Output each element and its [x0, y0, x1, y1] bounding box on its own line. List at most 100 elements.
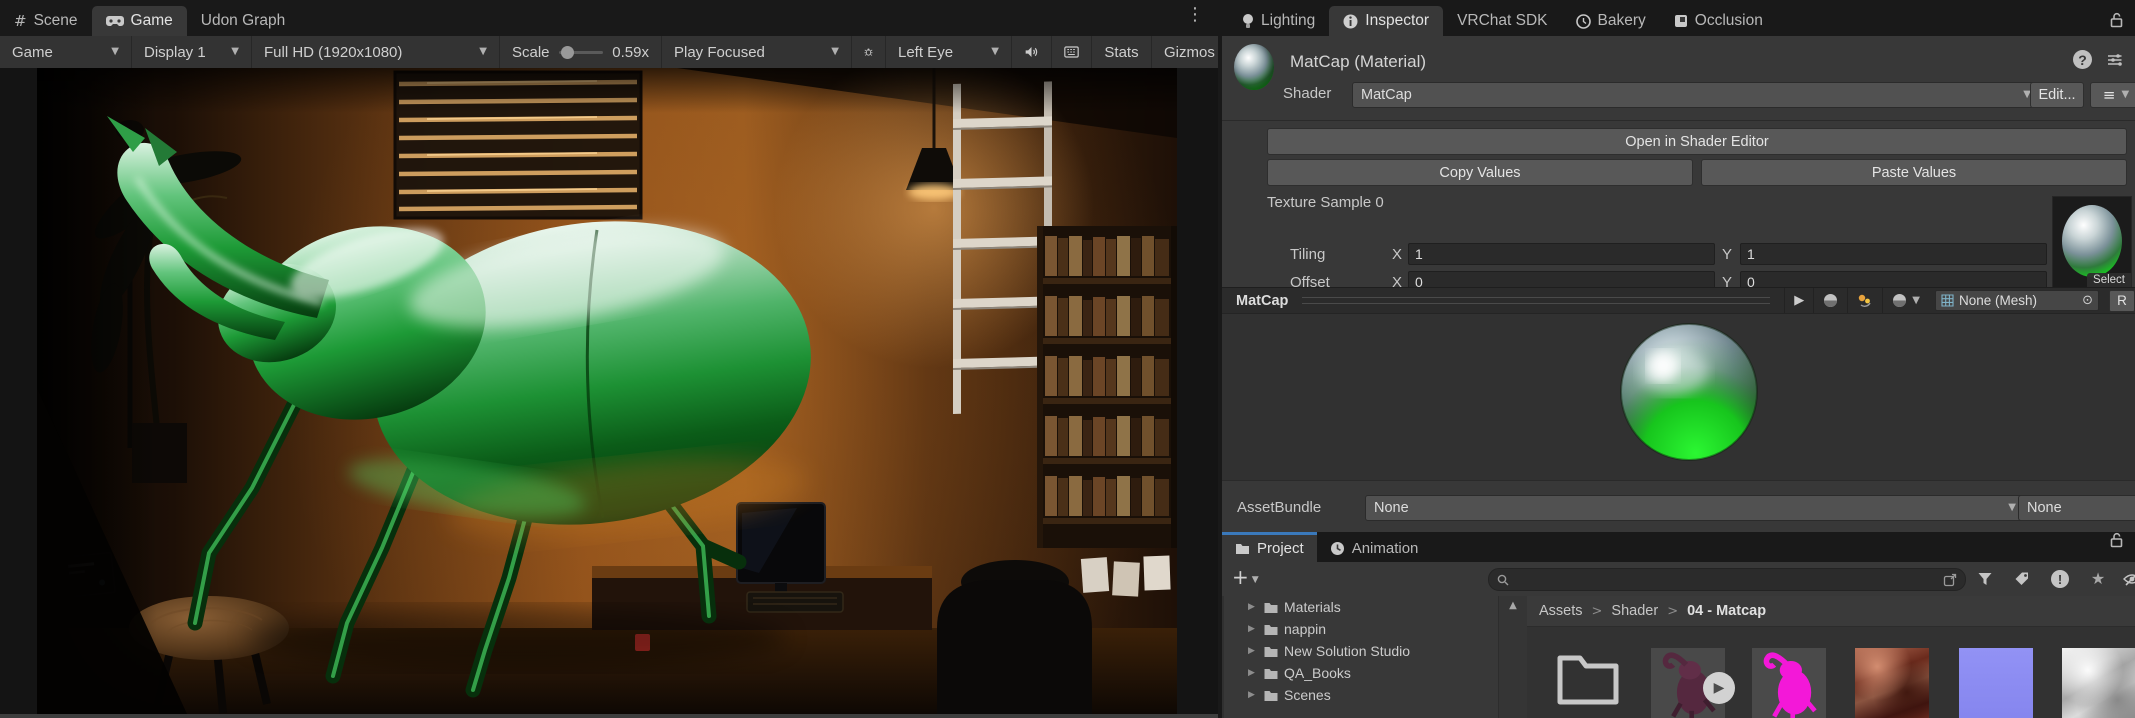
game-scene-render: [37, 68, 1177, 714]
matcap-sphere-preview[interactable]: [1222, 314, 2135, 480]
expander-icon[interactable]: ▶: [1248, 647, 1258, 656]
play-focused-dropdown[interactable]: Play Focused ▼: [662, 36, 852, 68]
tree-item-new-solution-studio[interactable]: ▶ New Solution Studio: [1224, 640, 1500, 662]
offset-row: Offset X Y: [1222, 271, 2135, 287]
tree-item-nappin[interactable]: ▶ nappin: [1224, 618, 1500, 640]
shader-value: MatCap: [1361, 87, 1412, 103]
expander-icon[interactable]: ▶: [1248, 625, 1258, 634]
game-render-surface[interactable]: [37, 68, 1177, 714]
expander-icon[interactable]: ▶: [1248, 603, 1258, 612]
display-dropdown[interactable]: Display 1 ▼: [132, 36, 252, 68]
help-icon[interactable]: ?: [2073, 50, 2092, 69]
tab-udon-graph[interactable]: Udon Graph: [187, 6, 299, 36]
tree-item-materials[interactable]: ▶ Materials: [1224, 596, 1500, 618]
stats-button[interactable]: Stats: [1092, 36, 1152, 68]
asset-model-thumbnail[interactable]: ▶: [1651, 648, 1725, 718]
search-by-label-button[interactable]: [2011, 570, 2033, 588]
resolution-dropdown[interactable]: Full HD (1920x1080) ▼: [252, 36, 500, 68]
search-by-type-button[interactable]: [1974, 570, 1996, 588]
create-asset-button[interactable]: + ▼: [1232, 567, 1259, 587]
panel-menu-icon[interactable]: ⋮: [1186, 6, 1204, 24]
preview-play-button[interactable]: ▶: [1784, 288, 1813, 313]
offset-label: Offset: [1290, 274, 1330, 288]
asset-bundle-variant-dropdown[interactable]: None: [2018, 495, 2135, 521]
game-viewport[interactable]: [0, 68, 1218, 718]
tab-vrchat-sdk[interactable]: VRChat SDK: [1443, 6, 1561, 36]
scale-slider[interactable]: [559, 51, 604, 54]
breadcrumb-current[interactable]: 04 - Matcap: [1687, 603, 1766, 619]
vsync-grid-button[interactable]: [1052, 36, 1092, 68]
tab-occlusion[interactable]: Occlusion: [1660, 6, 1777, 36]
tree-scrollbar[interactable]: ▲: [1498, 596, 1527, 718]
tab-game[interactable]: Game: [92, 6, 187, 36]
tab-bakery[interactable]: Bakery: [1562, 6, 1660, 36]
search-input[interactable]: [1515, 571, 1937, 588]
tiling-y-input[interactable]: [1740, 243, 2047, 265]
tiling-x-input[interactable]: [1408, 243, 1715, 265]
folder-icon: [1263, 667, 1279, 680]
preview-model-dropdown[interactable]: ▼: [1882, 288, 1929, 313]
asset-bundle-dropdown[interactable]: None ▼: [1365, 495, 2025, 521]
tab-project[interactable]: Project: [1222, 532, 1317, 562]
preview-lighting-toggle[interactable]: [1847, 288, 1882, 313]
package-visibility-button[interactable]: [2121, 570, 2135, 588]
tab-lighting-label: Lighting: [1261, 12, 1315, 30]
tab-inspector-label: Inspector: [1365, 12, 1429, 30]
mesh-selector[interactable]: None (Mesh) ⊙: [1935, 290, 2099, 311]
favorite-search-button[interactable]: ★: [2087, 570, 2109, 588]
folder-icon: [1235, 542, 1250, 555]
folder-icon: [1263, 601, 1279, 614]
offset-y-input[interactable]: [1740, 271, 2047, 287]
asset-texture-red-thumbnail[interactable]: [1855, 648, 1929, 718]
debug-bug-button[interactable]: [852, 36, 886, 68]
breadcrumb-separator: >: [1592, 605, 1603, 618]
alert-filter-button[interactable]: !: [2049, 570, 2071, 588]
eye-dropdown[interactable]: Left Eye ▼: [886, 36, 1012, 68]
offset-x-input[interactable]: [1408, 271, 1715, 287]
tree-item-scenes[interactable]: ▶ Scenes: [1224, 684, 1500, 706]
play-focused-label: Play Focused: [674, 44, 765, 61]
presets-icon[interactable]: [2106, 52, 2123, 68]
project-lock-icon[interactable]: [2110, 532, 2123, 555]
tab-scene[interactable]: # Scene: [0, 6, 92, 36]
viewport-bottom-scrollbar[interactable]: [0, 714, 1218, 718]
search-icon: [1497, 574, 1509, 586]
gizmos-label: Gizmos: [1164, 44, 1215, 61]
gizmos-dropdown[interactable]: Gizmos ▼: [1152, 36, 1218, 68]
scroll-up-icon[interactable]: ▲: [1499, 596, 1527, 611]
tree-item-qa-books[interactable]: ▶ QA_Books: [1224, 662, 1500, 684]
mute-audio-button[interactable]: [1012, 36, 1052, 68]
preview-drag-handle[interactable]: [1302, 297, 1770, 304]
preview-play-overlay[interactable]: ▶: [1703, 672, 1735, 704]
tab-animation[interactable]: Animation: [1317, 532, 1432, 562]
tab-lighting[interactable]: Lighting: [1228, 6, 1329, 36]
asset-texture-purple-thumbnail[interactable]: [1959, 648, 2033, 718]
asset-beetle-magenta-thumbnail[interactable]: [1752, 648, 1826, 718]
open-search-window-icon[interactable]: [1943, 573, 1957, 587]
scale-slider-knob[interactable]: [561, 46, 574, 59]
asset-folder-thumbnail[interactable]: [1555, 648, 1629, 718]
bakery-icon: [1576, 14, 1591, 29]
expander-icon[interactable]: ▶: [1248, 669, 1258, 678]
inspector-lock-icon[interactable]: [2110, 12, 2123, 28]
chevron-down-icon: ▼: [991, 47, 999, 57]
shader-edit-button[interactable]: Edit...: [2030, 82, 2084, 108]
preview-sphere-toggle[interactable]: [1813, 288, 1847, 313]
preview-header: MatCap ▶ ▼: [1222, 287, 2135, 314]
copy-values-button[interactable]: Copy Values: [1267, 159, 1693, 186]
chevron-down-icon: ▼: [2008, 503, 2016, 513]
asset-texture-gray-thumbnail[interactable]: [2062, 648, 2135, 718]
paste-values-button[interactable]: Paste Values: [1701, 159, 2127, 186]
object-picker-icon[interactable]: ⊙: [2082, 294, 2093, 307]
tab-inspector[interactable]: Inspector: [1329, 6, 1443, 36]
breadcrumb-assets[interactable]: Assets: [1539, 603, 1583, 619]
breadcrumb-shader[interactable]: Shader: [1611, 603, 1658, 619]
game-target-dropdown[interactable]: Game ▼: [0, 36, 132, 68]
shader-dropdown[interactable]: MatCap ▼: [1352, 82, 2040, 108]
expander-icon[interactable]: ▶: [1248, 691, 1258, 700]
r-channel-toggle[interactable]: R: [2109, 290, 2135, 312]
beetle-silhouette-icon: [1752, 648, 1826, 718]
shader-menu-button[interactable]: ≡ ▼: [2090, 82, 2135, 108]
open-shader-editor-button[interactable]: Open in Shader Editor: [1267, 128, 2127, 155]
project-search[interactable]: [1488, 568, 1966, 591]
